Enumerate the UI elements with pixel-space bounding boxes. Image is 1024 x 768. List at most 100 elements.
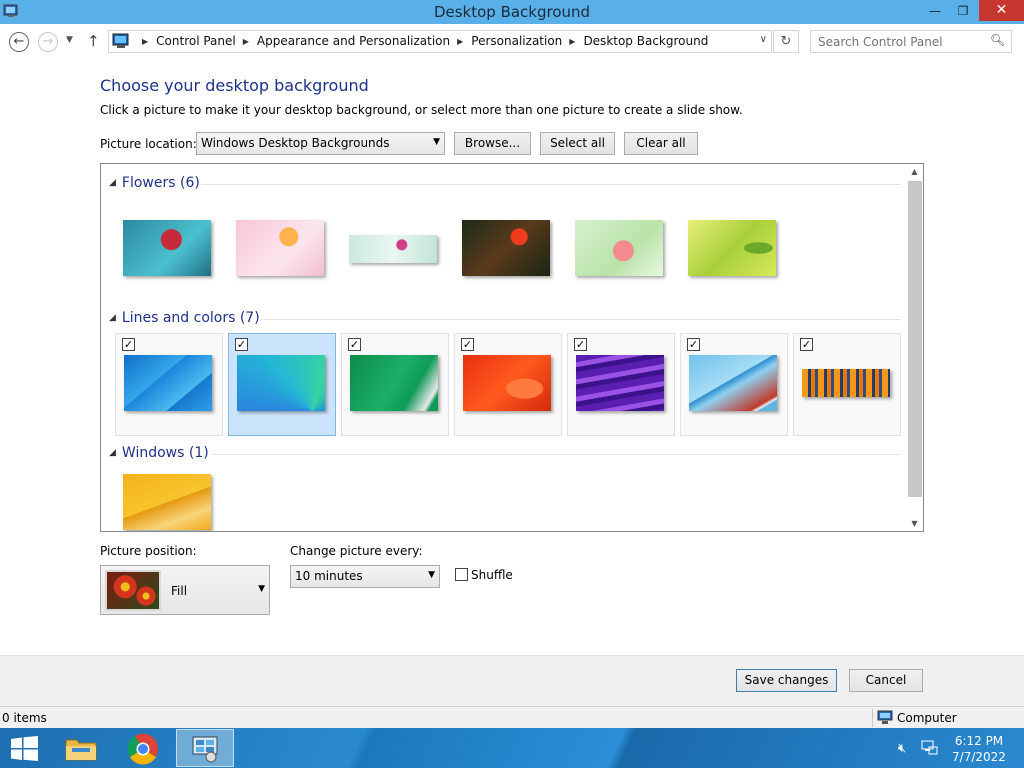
tile-checkbox[interactable]: ✓ [348,338,361,351]
scroll-down-arrow-icon[interactable]: ▼ [906,519,923,528]
thumbnail-tile-lines-2-selected[interactable]: ✓ [228,333,336,436]
collapse-triangle-icon[interactable]: ◢ [109,178,116,188]
status-divider [872,709,873,727]
light-blue-lines-wallpaper-image [689,355,777,411]
recent-pages-dropdown[interactable]: ▼ [66,35,73,45]
clock-date: 7/7/2022 [952,750,1006,764]
address-history-dropdown[interactable]: ∨ [760,34,767,45]
collapse-triangle-icon[interactable]: ◢ [109,448,116,458]
title-bar[interactable]: Desktop Background — ❐ ✕ [0,0,1024,24]
restore-button[interactable]: ❐ [950,0,976,22]
thumbnail-tile-flower-5[interactable] [567,205,675,308]
thumbnail-tile-flower-3[interactable] [341,205,449,308]
cancel-button[interactable]: Cancel [849,669,923,692]
yellow-windows-wallpaper-image [123,474,211,530]
gallery-scrollbar[interactable]: ▲ ▼ [906,164,923,531]
file-explorer-icon[interactable] [64,734,98,762]
thumbnail-tile-lines-4[interactable]: ✓ [454,333,562,436]
clock-time: 6:12 PM [954,734,1004,748]
tile-checkbox[interactable]: ✓ [574,338,587,351]
picture-location-label: Picture location: [100,137,197,151]
page-title: Choose your desktop background [100,76,369,95]
flower-red-tulip-dark-image [462,220,550,276]
breadcrumb-appearance[interactable]: Appearance and Personalization [257,34,450,48]
forward-button[interactable]: → [38,32,58,52]
change-picture-interval-value: 10 minutes [295,569,363,583]
thumbnail-tile-flower-1[interactable] [115,205,223,308]
change-picture-interval-select[interactable]: 10 minutes ▼ [290,565,440,588]
tile-checkbox[interactable]: ✓ [800,338,813,351]
thumbnail-tile-windows-1[interactable] [115,459,223,531]
window-title: Desktop Background [433,3,591,21]
address-bar[interactable]: ▶ Control Panel ▶ Appearance and Personaliz… [108,30,772,53]
group-header-flowers[interactable]: ◢ Flowers (6) [109,175,200,191]
tile-checkbox[interactable]: ✓ [687,338,700,351]
green-curve-wallpaper-image [350,355,438,411]
chevron-down-icon: ▼ [428,570,435,580]
chevron-down-icon: ▼ [258,584,265,594]
volume-muted-icon[interactable]: 🔇︎ [898,741,906,756]
scroll-up-arrow-icon[interactable]: ▲ [906,167,923,176]
group-divider [213,454,901,455]
close-button[interactable]: ✕ [979,0,1024,21]
system-clock[interactable]: 6:12 PM 7/7/2022 [944,733,1014,765]
thumbnail-tile-lines-5[interactable]: ✓ [567,333,675,436]
picture-position-value: Fill [171,584,188,598]
windows-start-icon[interactable] [11,736,38,761]
thumbnail-tile-flower-6[interactable] [680,205,788,308]
select-all-button[interactable]: Select all [540,132,615,155]
save-changes-button[interactable]: Save changes [736,669,837,692]
refresh-button[interactable]: ↻ [773,30,799,53]
green-leaf-image [688,220,776,276]
network-icon[interactable] [921,740,938,756]
status-bar: 0 items Computer [0,706,1024,728]
blue-fan-wallpaper-image [237,355,325,411]
thumbnail-tile-lines-1[interactable]: ✓ [115,333,223,436]
breadcrumb-personalization[interactable]: Personalization [471,34,562,48]
tile-checkbox[interactable]: ✓ [235,338,248,351]
thumbnail-tile-lines-6[interactable]: ✓ [680,333,788,436]
picture-position-select[interactable]: Fill ▼ [100,565,270,615]
status-location: Computer [897,711,957,725]
up-button[interactable]: ↑ [87,32,100,50]
group-header-lines-and-colors[interactable]: ◢ Lines and colors (7) [109,310,260,326]
control-panel-icon [192,736,218,763]
thumbnail-tile-flower-2[interactable] [228,205,336,308]
thumbnail-tile-lines-7[interactable]: ✓ [793,333,901,436]
breadcrumb-control-panel[interactable]: Control Panel [156,34,236,48]
picture-location-value: Windows Desktop Backgrounds [201,136,390,150]
minimize-button[interactable]: — [922,0,948,22]
picture-location-select[interactable]: Windows Desktop Backgrounds ▼ [196,132,445,155]
thumbnail-tile-flower-4[interactable] [454,205,562,308]
search-icon[interactable]: 🔍︎ [990,33,1005,47]
clear-all-button[interactable]: Clear all [624,132,698,155]
tile-checkbox[interactable]: ✓ [122,338,135,351]
flower-bird-of-paradise-image [236,220,324,276]
taskbar-item-control-panel[interactable] [176,729,234,767]
collapse-triangle-icon[interactable]: ◢ [109,313,116,323]
breadcrumb-separator[interactable]: ▶ [142,37,148,46]
tile-checkbox[interactable]: ✓ [461,338,474,351]
thumbnail-tile-lines-3[interactable]: ✓ [341,333,449,436]
chevron-down-icon: ▼ [433,137,440,147]
breadcrumb-separator[interactable]: ▶ [569,37,575,46]
group-label-lines-and-colors: Lines and colors (7) [121,310,260,326]
back-button[interactable]: ← [9,32,29,52]
search-input[interactable] [810,30,1012,53]
breadcrumb-desktop-background[interactable]: Desktop Background [583,34,708,48]
browse-button[interactable]: Browse... [454,132,531,155]
background-gallery[interactable]: ◢ Flowers (6) ◢ Lines and colors (7) ✓ ✓ [100,163,924,532]
flower-pink-lily-image [575,220,663,276]
dialog-footer: Save changes Cancel [0,655,1024,706]
flower-pink-small-image [349,235,437,263]
flower-red-daisy-image [123,220,211,276]
address-toolbar: ← → ▼ ↑ ▶ Control Panel ▶ Appearance and Pe… [0,24,1024,58]
scrollbar-thumb[interactable] [908,181,922,497]
breadcrumb-separator[interactable]: ▶ [457,37,463,46]
chrome-icon[interactable] [127,733,159,765]
shuffle-checkbox[interactable] [455,568,468,581]
item-count: 0 items [2,711,47,725]
breadcrumb-separator[interactable]: ▶ [243,37,249,46]
shuffle-label[interactable]: Shuffle [471,568,513,582]
blue-lines-wallpaper-image [124,355,212,411]
